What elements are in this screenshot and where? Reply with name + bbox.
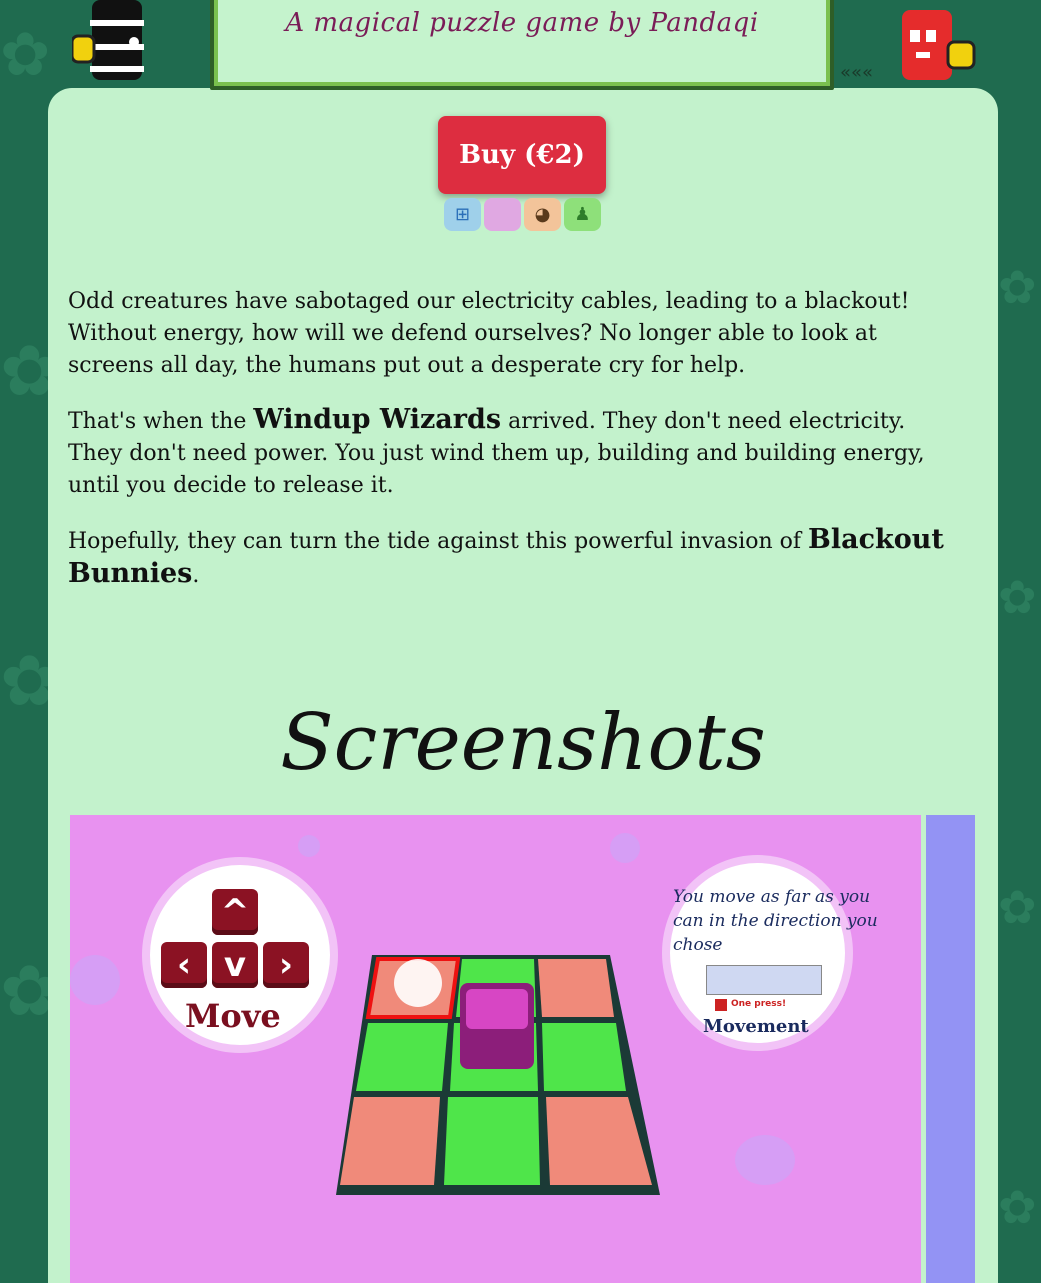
- apple-icon: [484, 198, 521, 231]
- story-text-fragment: Hopefully, they can turn the tide agains…: [68, 529, 809, 554]
- background-bubble: [735, 1135, 795, 1185]
- game-board: [336, 955, 660, 1195]
- hint-line-1: You move as far as you: [673, 887, 871, 907]
- background-bunny-decoration: ✿: [998, 260, 1037, 314]
- arrow-left-key-icon: ‹: [161, 942, 207, 988]
- background-bunny-decoration: ✿: [998, 1180, 1037, 1234]
- tile-salmon-bottom-left: [340, 1097, 440, 1185]
- story-text: Odd creatures have sabotaged our electri…: [68, 286, 948, 614]
- story-text-fragment: .: [192, 563, 200, 588]
- screenshot-slide-1[interactable]: ^ ‹ v › Move You move as far as you can …: [70, 815, 921, 1283]
- android-icon: ♟: [564, 198, 601, 231]
- linux-icon: ◕: [524, 198, 561, 231]
- windows-icon: ⊞: [444, 198, 481, 231]
- top-hat-wizard-mascot: [72, 0, 144, 80]
- arrow-down-key-icon: v: [212, 942, 258, 988]
- header-banner: A magical puzzle game by Pandaqi: [210, 0, 834, 90]
- background-bubble: [298, 835, 320, 857]
- wizard-block-top: [466, 989, 528, 1029]
- screenshot-slide-2[interactable]: [926, 815, 975, 1283]
- story-paragraph-2: That's when the Windup Wizards arrived. …: [68, 404, 948, 502]
- background-bunny-decoration: ✿: [998, 880, 1037, 934]
- background-bubble: [70, 955, 120, 1005]
- red-bunny-mascot: [902, 10, 976, 80]
- story-paragraph-3: Hopefully, they can turn the tide agains…: [68, 524, 948, 592]
- screenshots-title: Screenshots: [280, 698, 766, 788]
- background-bunny-decoration: ✿: [0, 20, 51, 90]
- tile-green: [542, 1023, 626, 1091]
- story-text-fragment: That's when the: [68, 409, 254, 434]
- hint-line-2: can in the direction you: [673, 911, 878, 931]
- hint-squares-graphic: [706, 965, 822, 995]
- tile-green: [444, 1097, 540, 1185]
- platform-icons: ⊞ ◕ ♟: [444, 198, 601, 231]
- move-label: Move: [185, 997, 281, 1035]
- arrow-right-key-icon: ›: [263, 942, 309, 988]
- main-content-panel: Buy (€2) ⊞ ◕ ♟ Odd creatures have sabota…: [48, 88, 998, 1283]
- background-bunny-decoration: ✿: [998, 570, 1037, 624]
- tile-green: [356, 1023, 448, 1091]
- buy-button[interactable]: Buy (€2): [438, 116, 606, 194]
- hint-line-3: chose: [673, 935, 723, 955]
- windup-wizards-highlight: Windup Wizards: [253, 404, 502, 435]
- arrow-up-key-icon: ^: [212, 889, 258, 935]
- one-press-icon: [715, 999, 727, 1011]
- tile-salmon-top-right: [538, 959, 614, 1017]
- background-bubble: [610, 833, 640, 863]
- fog-cloud: [394, 959, 442, 1007]
- movement-label: Movement: [703, 1016, 809, 1037]
- tagline: A magical puzzle game by Pandaqi: [285, 8, 759, 38]
- story-paragraph-1: Odd creatures have sabotaged our electri…: [68, 289, 910, 378]
- arrow-decoration: «««: [840, 62, 874, 83]
- one-press-label: One press!: [731, 999, 787, 1009]
